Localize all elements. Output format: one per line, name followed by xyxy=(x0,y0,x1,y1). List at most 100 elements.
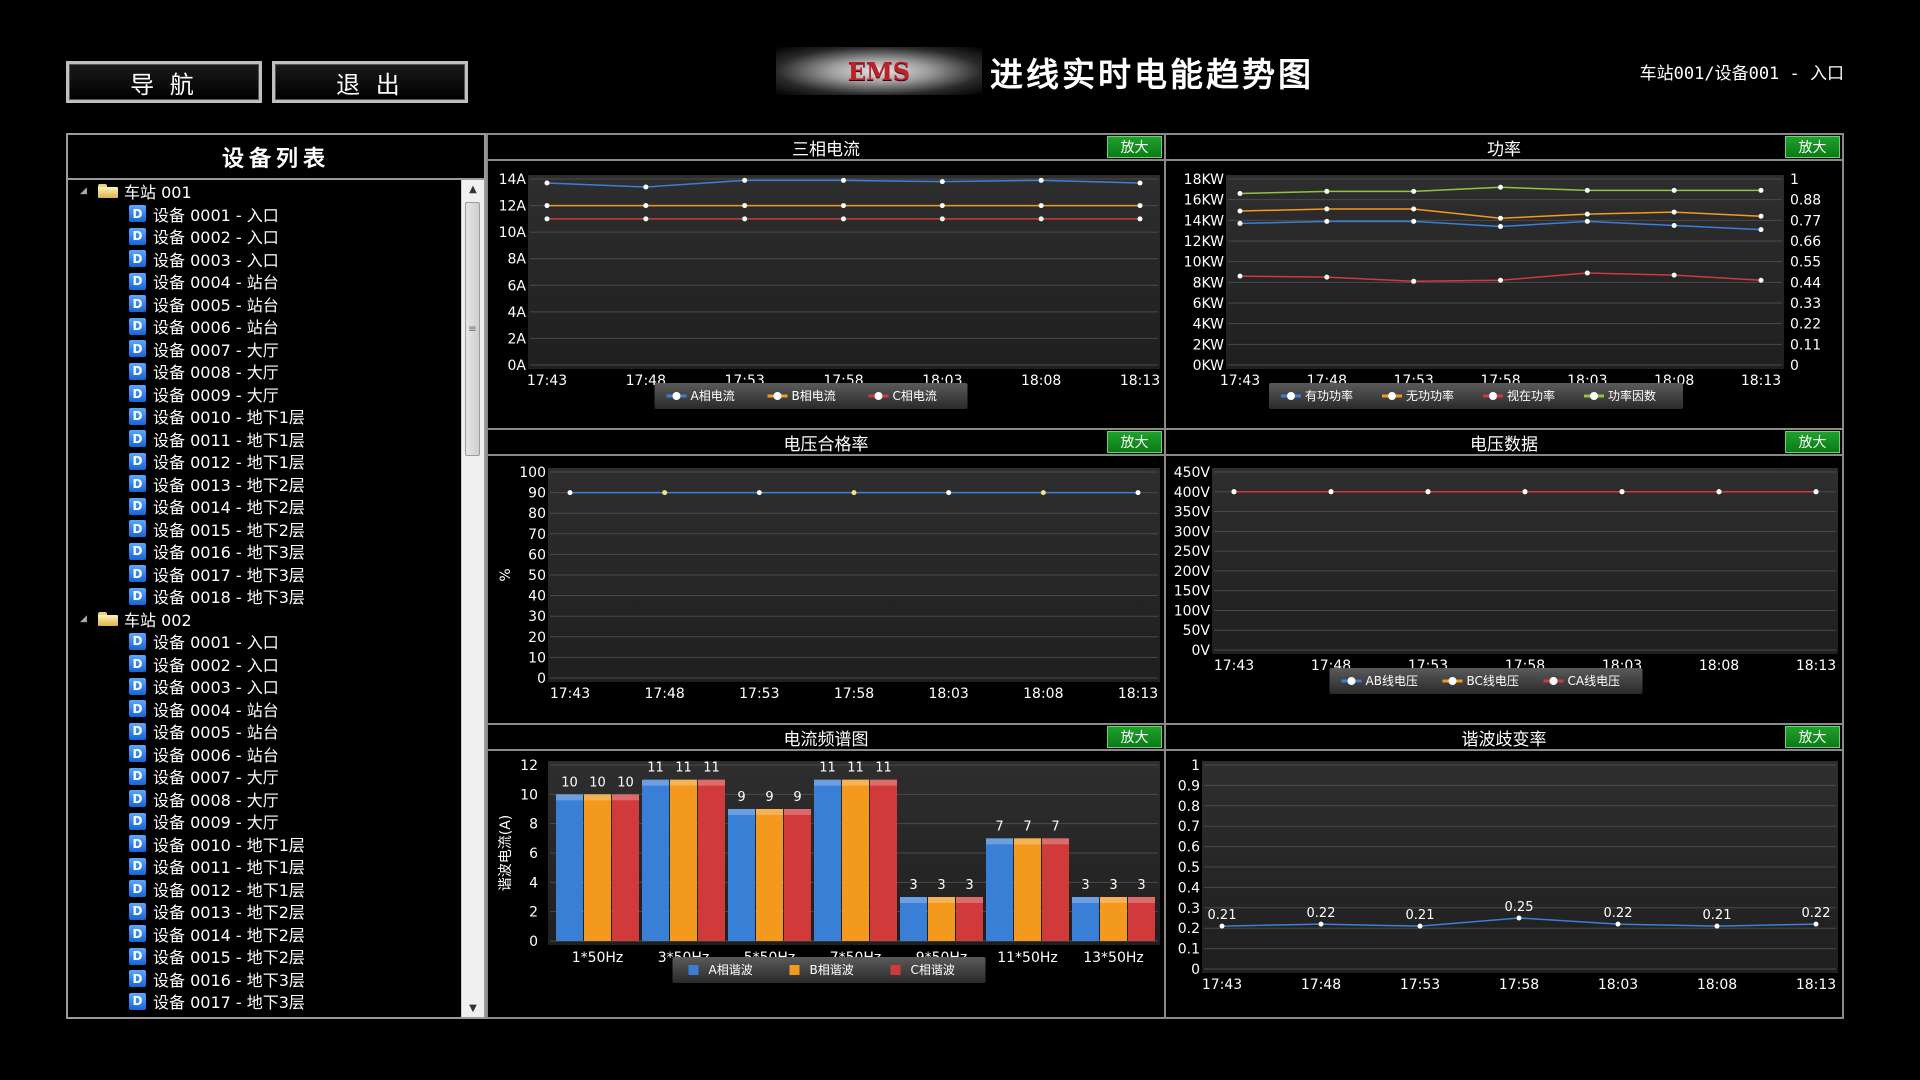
device-item[interactable]: D 设备 0002 - 入口 xyxy=(68,225,460,248)
data-point xyxy=(1324,188,1330,194)
device-item[interactable]: D 设备 0014 - 地下2层 xyxy=(68,923,460,946)
device-item[interactable]: D 设备 0010 - 地下1层 xyxy=(68,405,460,428)
device-item[interactable]: D 设备 0007 - 大厅 xyxy=(68,765,460,788)
device-icon: D xyxy=(129,272,146,290)
device-item[interactable]: D 设备 0005 - 站台 xyxy=(68,720,460,743)
data-point xyxy=(1137,203,1143,209)
device-item[interactable]: D 设备 0008 - 大厅 xyxy=(68,788,460,811)
y-tick-label: 8KW xyxy=(1193,275,1225,291)
scroll-thumb[interactable]: ≡ xyxy=(465,202,480,456)
data-point xyxy=(1584,187,1590,193)
device-icon: D xyxy=(129,565,146,583)
collapse-triangle-icon[interactable]: ◢ xyxy=(80,186,98,196)
y-tick-label: 10KW xyxy=(1184,255,1224,271)
y-tick-label: 0.9 xyxy=(1178,778,1200,794)
x-tick-label: 18:03 xyxy=(1598,977,1638,993)
x-tick-label: 17:43 xyxy=(1220,373,1260,389)
station-node[interactable]: ◢ 车站 002 xyxy=(68,608,460,631)
device-label: 设备 0002 - 入口 xyxy=(153,655,279,675)
y-tick-label: 0.1 xyxy=(1178,942,1200,958)
device-item[interactable]: D 设备 0011 - 地下1层 xyxy=(68,428,460,451)
data-point xyxy=(1522,489,1528,495)
bar-value-label: 11 xyxy=(819,761,836,776)
zoom-button[interactable]: 放大 xyxy=(1107,136,1162,158)
device-item[interactable]: D 设备 0017 - 地下3层 xyxy=(68,990,460,1013)
y-tick-label: 0.7 xyxy=(1178,819,1200,835)
device-item[interactable]: D 设备 0002 - 入口 xyxy=(68,653,460,676)
y2-tick-label: 0.33 xyxy=(1790,296,1821,312)
device-item[interactable]: D 设备 0005 - 站台 xyxy=(68,293,460,316)
voltage-chart: 0V 50V 100V 150V 200V 250V 300V 350V 400V 450V 17:… xyxy=(1174,465,1838,694)
scroll-down-arrow-icon[interactable]: ▼ xyxy=(462,999,484,1017)
data-point xyxy=(1758,277,1764,283)
device-item[interactable]: D 设备 0016 - 地下3层 xyxy=(68,540,460,563)
device-item[interactable]: D 设备 0008 - 大厅 xyxy=(68,360,460,383)
device-item[interactable]: D 设备 0015 - 地下2层 xyxy=(68,518,460,541)
device-item[interactable]: D 设备 0010 - 地下1层 xyxy=(68,833,460,856)
data-point xyxy=(1411,206,1417,212)
device-item[interactable]: D 设备 0007 - 大厅 xyxy=(68,338,460,361)
data-label: 0.25 xyxy=(1505,900,1534,915)
device-item[interactable]: D 设备 0014 - 地下2层 xyxy=(68,495,460,518)
station-node[interactable]: ◢ 车站 001 xyxy=(68,180,460,203)
zoom-button[interactable]: 放大 xyxy=(1107,726,1162,748)
zoom-button[interactable]: 放大 xyxy=(1785,431,1840,453)
device-icon: D xyxy=(129,700,146,718)
device-item[interactable]: D 设备 0015 - 地下2层 xyxy=(68,945,460,968)
device-item[interactable]: D 设备 0003 - 入口 xyxy=(68,675,460,698)
data-point xyxy=(1813,489,1819,495)
device-label: 设备 0016 - 地下3层 xyxy=(153,970,305,990)
y-tick-label: 80 xyxy=(528,506,546,522)
device-item[interactable]: D 设备 0006 - 站台 xyxy=(68,743,460,766)
device-item[interactable]: D 设备 0004 - 站台 xyxy=(68,270,460,293)
bar-highlight xyxy=(1100,897,1127,903)
device-item[interactable]: D 设备 0011 - 地下1层 xyxy=(68,855,460,878)
bar-value-label: 3 xyxy=(909,878,917,893)
x-tick-label: 18:13 xyxy=(1741,373,1781,389)
device-item[interactable]: D 设备 0004 - 站台 xyxy=(68,698,460,721)
device-icon: D xyxy=(129,475,146,493)
device-item[interactable]: D 设备 0017 - 地下3层 xyxy=(68,563,460,586)
zoom-button[interactable]: 放大 xyxy=(1785,726,1840,748)
device-item[interactable]: D 设备 0009 - 大厅 xyxy=(68,383,460,406)
device-label: 设备 0014 - 地下2层 xyxy=(153,925,305,945)
device-label: 设备 0016 - 地下3层 xyxy=(153,543,305,563)
device-item[interactable]: D 设备 0013 - 地下2层 xyxy=(68,473,460,496)
legend-marker xyxy=(1489,392,1497,400)
device-item[interactable]: D 设备 0012 - 地下1层 xyxy=(68,878,460,901)
device-item[interactable]: D 设备 0016 - 地下3层 xyxy=(68,968,460,991)
data-point xyxy=(1324,206,1330,212)
device-item[interactable]: D 设备 0001 - 入口 xyxy=(68,630,460,653)
bar-highlight xyxy=(1042,838,1069,845)
data-point xyxy=(1318,921,1324,927)
zoom-button[interactable]: 放大 xyxy=(1107,431,1162,453)
device-icon: D xyxy=(129,497,146,515)
device-item[interactable]: D 设备 0012 - 地下1层 xyxy=(68,450,460,473)
data-point xyxy=(1813,921,1819,927)
bar xyxy=(612,794,639,941)
nav-button[interactable]: 导 航 xyxy=(66,61,262,103)
device-item[interactable]: D 设备 0001 - 入口 xyxy=(68,203,460,226)
y-tick-label: 250V xyxy=(1174,544,1211,560)
device-item[interactable]: D 设备 0013 - 地下2层 xyxy=(68,900,460,923)
bar-value-label: 9 xyxy=(765,790,773,805)
device-item[interactable]: D 设备 0006 - 站台 xyxy=(68,315,460,338)
y-tick-label: 14KW xyxy=(1184,213,1224,229)
device-label: 设备 0012 - 地下1层 xyxy=(153,453,305,473)
device-list-scrollbar[interactable]: ▲ ≡ ▼ xyxy=(461,180,484,1017)
bar-highlight xyxy=(928,897,955,903)
collapse-triangle-icon[interactable]: ◢ xyxy=(80,614,98,624)
device-icon: D xyxy=(129,902,146,920)
legend-marker xyxy=(773,392,782,400)
exit-button[interactable]: 退 出 xyxy=(272,61,468,103)
y-tick-label: 0.3 xyxy=(1178,901,1200,917)
legend-swatch xyxy=(890,965,901,975)
scroll-up-arrow-icon[interactable]: ▲ xyxy=(462,180,484,198)
bar-value-label: 3 xyxy=(965,878,973,893)
data-point xyxy=(1615,921,1621,927)
zoom-button[interactable]: 放大 xyxy=(1785,136,1840,158)
device-item[interactable]: D 设备 0009 - 大厅 xyxy=(68,810,460,833)
y-tick-label: 100V xyxy=(1174,603,1211,619)
device-item[interactable]: D 设备 0003 - 入口 xyxy=(68,248,460,271)
device-item[interactable]: D 设备 0018 - 地下3层 xyxy=(68,585,460,608)
